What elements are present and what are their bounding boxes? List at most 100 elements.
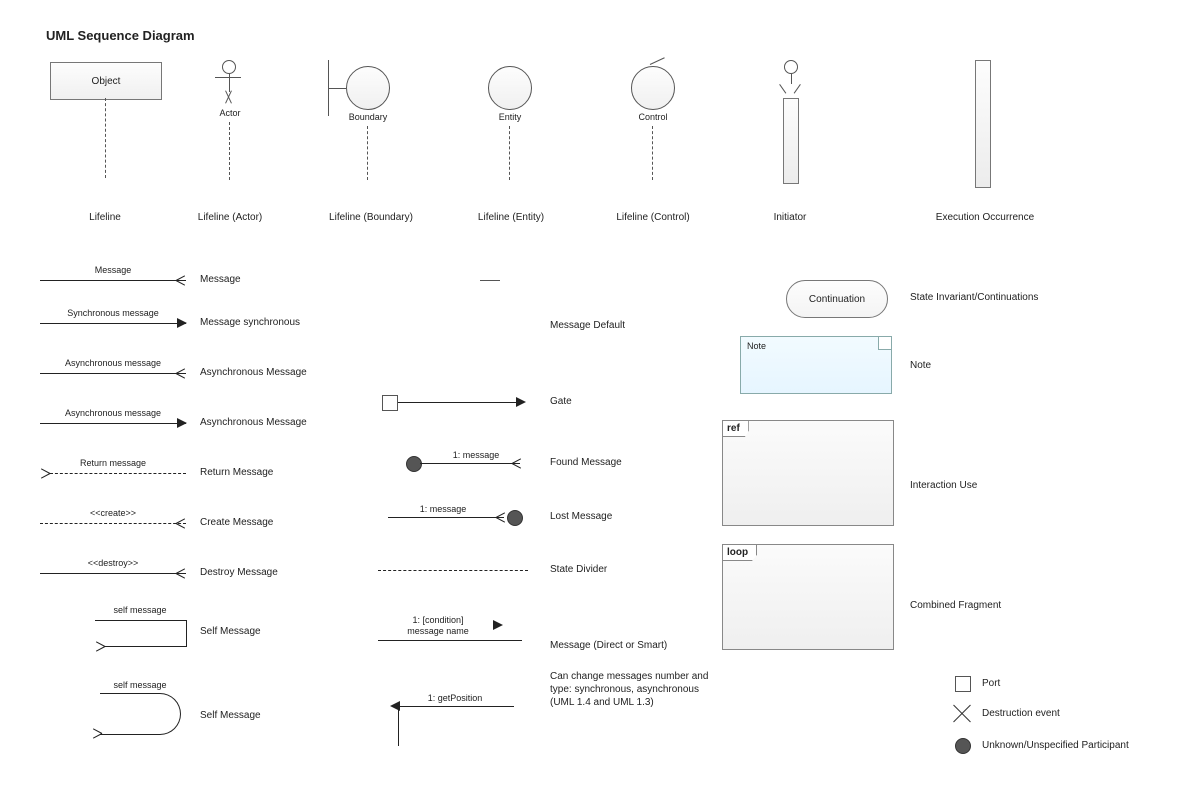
initiator-bar xyxy=(783,98,799,184)
note-shape: Note xyxy=(740,336,892,394)
direct-note: Can change messages number and type: syn… xyxy=(550,670,710,709)
destruction-label: Destruction event xyxy=(982,708,1060,719)
direct-over2: message name xyxy=(378,626,498,636)
object-box-shape: Object xyxy=(50,62,162,100)
return-over: Return message xyxy=(40,458,186,468)
self2-over: self message xyxy=(90,680,190,690)
ref-tag: ref xyxy=(723,421,749,437)
self-arrowhead xyxy=(95,641,105,651)
return-line xyxy=(50,473,186,474)
initiator-caption: Initiator xyxy=(760,212,820,223)
self-bottom xyxy=(105,646,187,647)
destroy-label: Destroy Message xyxy=(200,567,278,578)
self-right xyxy=(186,620,187,646)
async-label: Asynchronous Message xyxy=(200,367,307,378)
interaction-use-frame: ref xyxy=(722,420,894,526)
loop-tag: loop xyxy=(723,545,757,561)
self-over: self message xyxy=(90,605,190,615)
gate-line xyxy=(398,402,518,403)
boundary-link xyxy=(328,88,346,89)
lifeline-dash xyxy=(105,98,106,178)
async-over: Asynchronous message xyxy=(40,358,186,368)
interaction-use-caption: Interaction Use xyxy=(910,480,977,491)
combined-fragment-frame: loop xyxy=(722,544,894,650)
destroy-arrowhead xyxy=(176,568,186,578)
destroy-over: <<destroy>> xyxy=(40,558,186,568)
message-arrowhead xyxy=(176,275,186,285)
async2-arrowhead xyxy=(177,418,187,428)
initiator-actor-icon xyxy=(784,60,798,84)
lost-label: Lost Message xyxy=(550,511,612,522)
unknown-participant-label: Unknown/Unspecified Participant xyxy=(982,740,1129,751)
state-divider-line xyxy=(378,570,528,571)
gate-label: Gate xyxy=(550,396,572,407)
message-line xyxy=(40,280,186,281)
entity-name: Entity xyxy=(485,112,535,122)
message-label: Message xyxy=(200,274,241,285)
sync-over: Synchronous message xyxy=(40,308,186,318)
destruction-icon xyxy=(950,702,974,726)
port-label: Port xyxy=(982,678,1000,689)
execution-bar xyxy=(975,60,991,188)
continuation-shape: Continuation xyxy=(786,280,888,318)
direct-over1: 1: [condition] xyxy=(378,615,498,625)
state-divider-label: State Divider xyxy=(550,564,607,575)
getpos-over: 1: getPosition xyxy=(400,693,510,703)
boundary-caption: Lifeline (Boundary) xyxy=(316,212,426,223)
lost-arrowhead xyxy=(496,512,506,522)
getpos-line xyxy=(398,706,514,707)
note-text: Note xyxy=(747,341,766,351)
found-label: Found Message xyxy=(550,457,622,468)
continuation-caption: State Invariant/Continuations xyxy=(910,292,1038,303)
actor-dash xyxy=(229,122,230,180)
boundary-circle xyxy=(346,66,390,110)
self2-arrowhead xyxy=(92,728,102,738)
create-label: Create Message xyxy=(200,517,273,528)
direct-label: Message (Direct or Smart) xyxy=(550,640,667,651)
destroy-line xyxy=(40,573,186,574)
continuation-label: Continuation xyxy=(809,294,865,305)
control-caption: Lifeline (Control) xyxy=(606,212,700,223)
found-line xyxy=(420,463,520,464)
sync-line xyxy=(40,323,186,324)
async2-label: Asynchronous Message xyxy=(200,417,307,428)
entity-caption: Lifeline (Entity) xyxy=(466,212,556,223)
direct-line xyxy=(378,640,522,641)
message-default-line xyxy=(480,280,500,281)
return-arrowhead xyxy=(40,468,50,478)
unknown-participant-icon xyxy=(955,738,971,754)
getpos-lifeline xyxy=(398,706,399,746)
self-top xyxy=(95,620,187,621)
gate-port xyxy=(382,395,398,411)
async2-over: Asynchronous message xyxy=(40,408,186,418)
boundary-dash xyxy=(367,126,368,180)
found-origin-circle xyxy=(406,456,422,472)
entity-dash xyxy=(509,126,510,180)
control-tick xyxy=(650,57,665,65)
self-label: Self Message xyxy=(200,626,261,637)
return-label: Return Message xyxy=(200,467,273,478)
actor-name: Actor xyxy=(208,108,252,118)
self2-label: Self Message xyxy=(200,710,261,721)
execution-caption: Execution Occurrence xyxy=(920,212,1050,223)
lost-end-circle xyxy=(507,510,523,526)
found-arrowhead xyxy=(512,458,522,468)
port-icon xyxy=(955,676,971,692)
control-dash xyxy=(652,126,653,180)
async-line xyxy=(40,373,186,374)
object-box-label: Object xyxy=(92,76,121,87)
create-arrowhead xyxy=(176,518,186,528)
async-arrowhead xyxy=(176,368,186,378)
note-caption: Note xyxy=(910,360,931,371)
message-over: Message xyxy=(40,265,186,275)
create-line xyxy=(40,523,186,524)
entity-circle xyxy=(488,66,532,110)
control-name: Control xyxy=(628,112,678,122)
lost-over: 1: message xyxy=(388,504,498,514)
sync-label: Message synchronous xyxy=(200,317,300,328)
gate-arrowhead xyxy=(516,397,526,407)
actor-caption: Lifeline (Actor) xyxy=(190,212,270,223)
boundary-name: Boundary xyxy=(340,112,396,122)
diagram-title: UML Sequence Diagram xyxy=(46,28,195,43)
lifeline-caption: Lifeline xyxy=(70,212,140,223)
